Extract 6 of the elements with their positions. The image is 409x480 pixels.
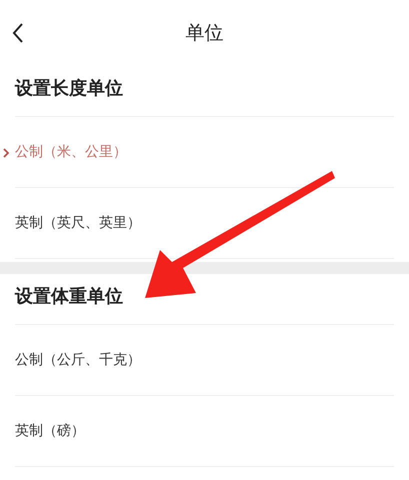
unit-option[interactable]: 英制（磅） (15, 396, 394, 467)
section-title: 设置长度单位 (15, 66, 394, 117)
back-icon[interactable] (12, 23, 24, 43)
page-title: 单位 (186, 21, 224, 46)
unit-option[interactable]: 公制（公斤、千克） (15, 325, 394, 396)
chevron-icon (3, 148, 9, 158)
